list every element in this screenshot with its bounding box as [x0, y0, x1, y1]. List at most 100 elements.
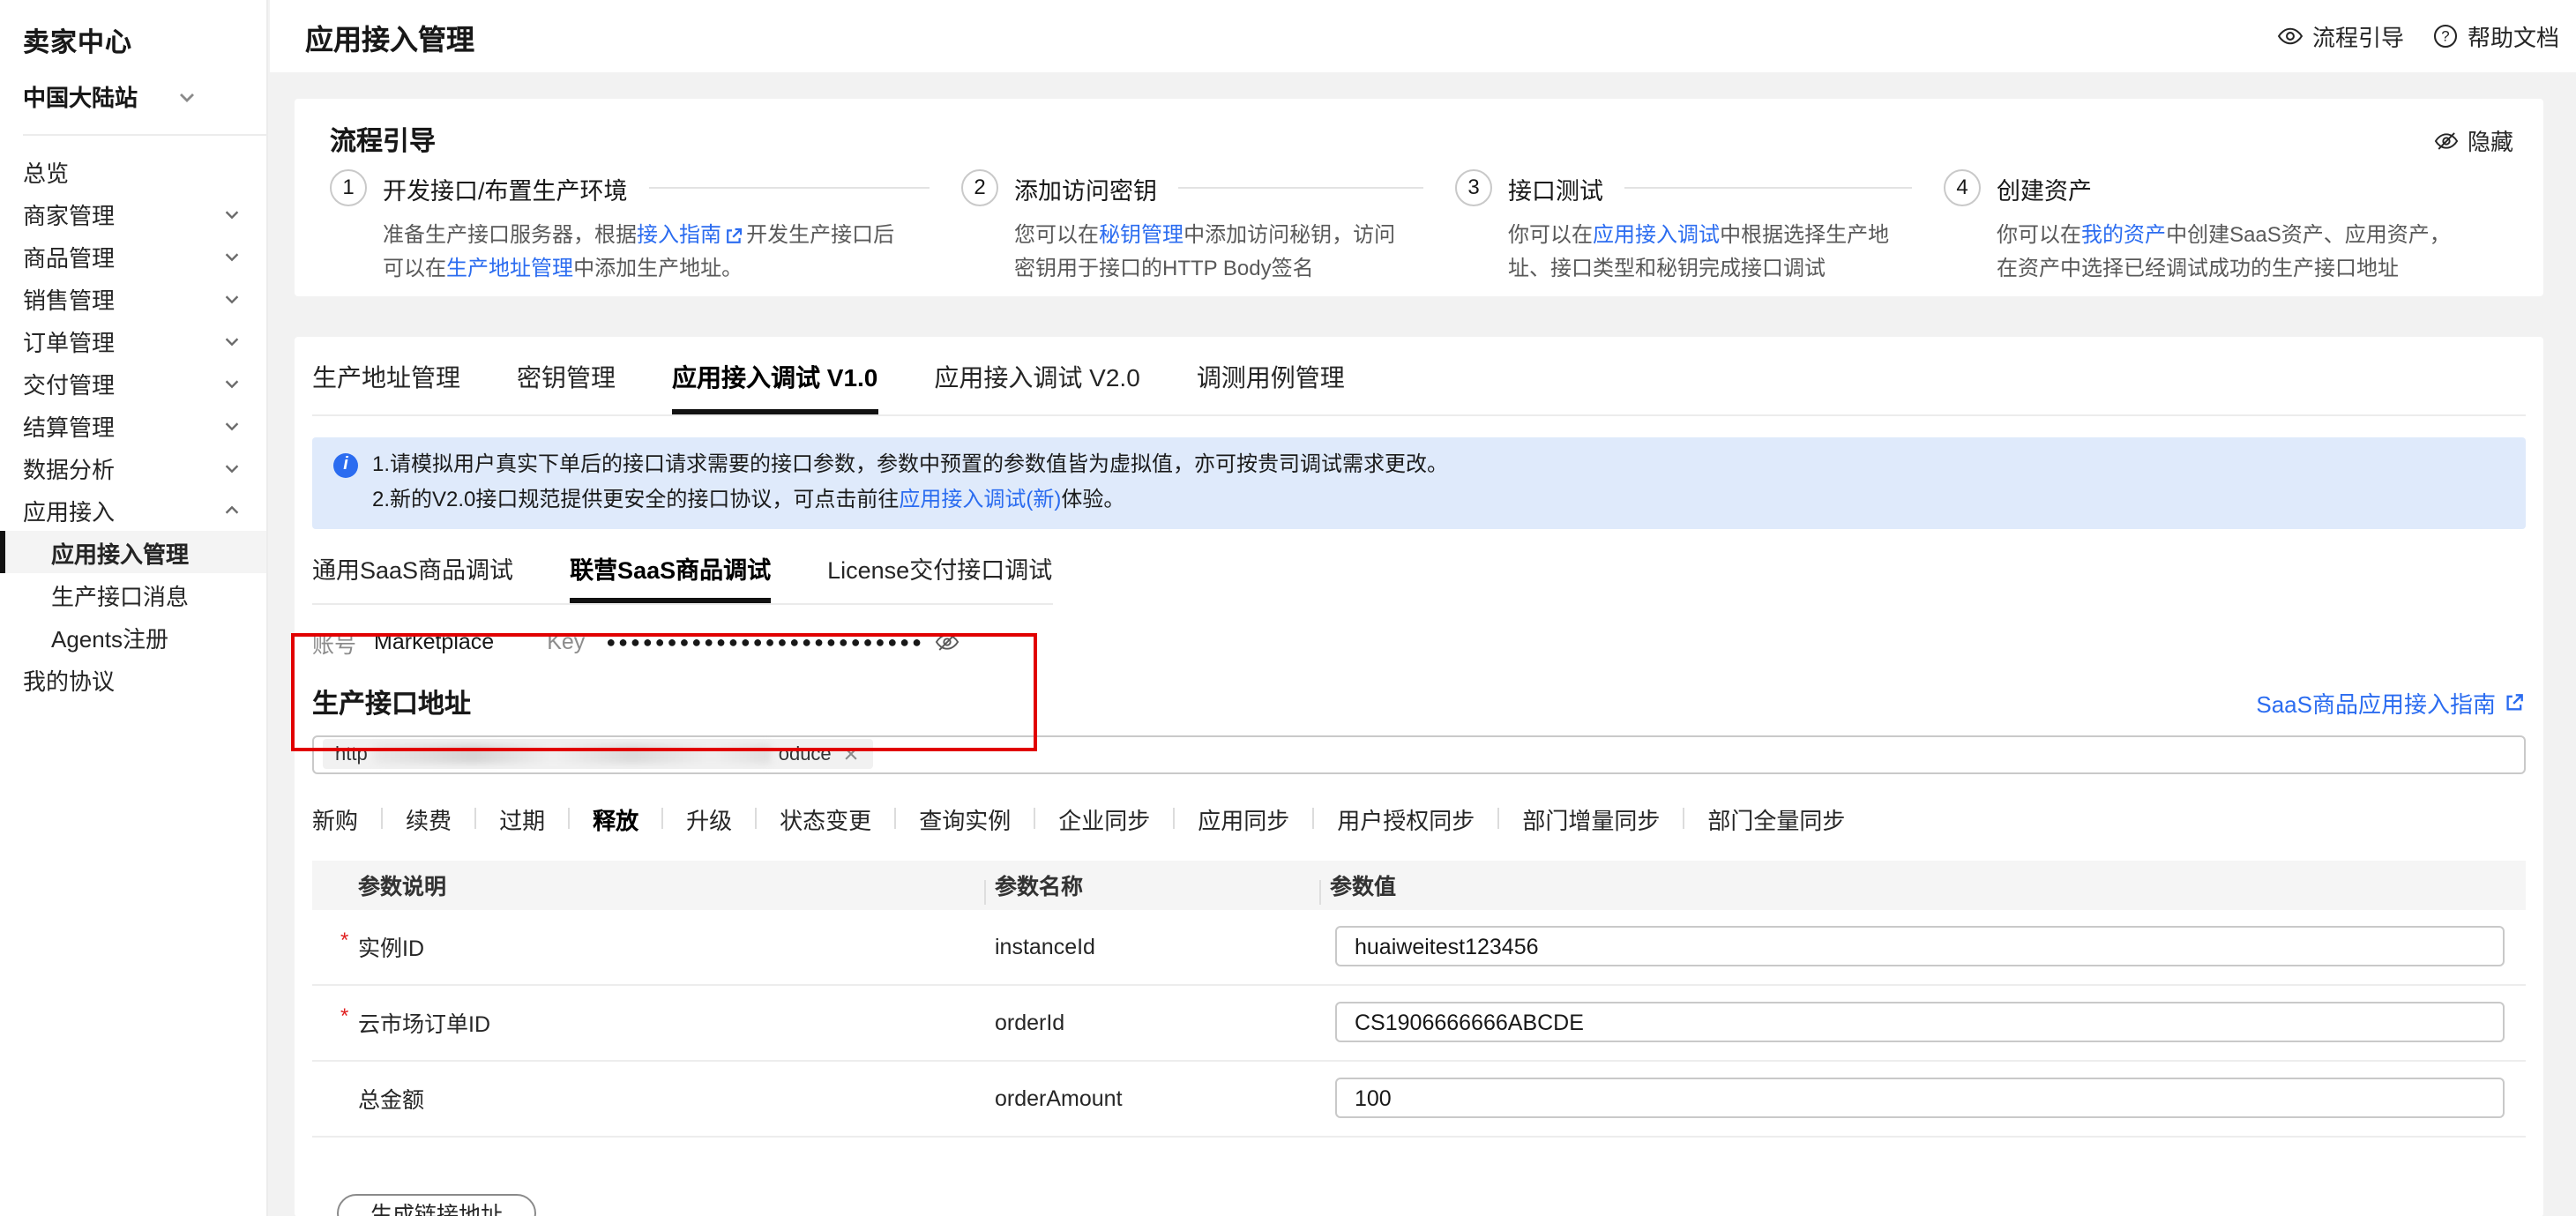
action-用户授权同步[interactable]: 用户授权同步	[1337, 802, 1475, 835]
action-部门增量同步[interactable]: 部门增量同步	[1522, 802, 1660, 835]
hide-guide-button[interactable]: 隐藏	[2434, 123, 2513, 157]
table-row: *总金额 orderAmount	[312, 1061, 2526, 1137]
chevron-down-icon	[222, 288, 242, 308]
sidebar-nav: 总览商家管理商品管理销售管理订单管理交付管理结算管理数据分析应用接入应用接入管理…	[0, 136, 266, 700]
text-segment: 中添加生产地址。	[573, 255, 743, 280]
topbar-links: 流程引导 ? 帮助文档	[2277, 19, 2559, 53]
column-header-value: 参数值	[1319, 868, 2526, 901]
inline-link[interactable]: 生产地址管理	[446, 255, 573, 280]
action-divider	[1497, 808, 1499, 829]
action-查询实例[interactable]: 查询实例	[919, 802, 1011, 835]
tab-应用接入调试 V2.0[interactable]: 应用接入调试 V2.0	[934, 360, 1139, 414]
step-number-badge: 4	[1944, 169, 1981, 206]
notice-text: 1.请模拟用户真实下单后的接口请求需要的接口参数，参数中预置的参数值皆为虚拟值，…	[372, 448, 1448, 518]
action-升级[interactable]: 升级	[686, 802, 732, 835]
redacted-url-segment	[375, 744, 772, 764]
reveal-key-button[interactable]	[935, 629, 959, 654]
flow-step-3: 3接口测试你可以在应用接入调试中根据选择生产地址、接口类型和秘钥完成接口调试	[1455, 169, 1944, 284]
sidebar-item-销售管理[interactable]: 销售管理	[0, 277, 266, 319]
param-name-cell: orderId	[984, 1010, 1319, 1034]
step-description: 您可以在秘钥管理中添加访问秘钥，访问密钥用于接口的HTTP Body签名	[1014, 219, 1406, 284]
tab-调测用例管理[interactable]: 调测用例管理	[1197, 360, 1345, 414]
debug-subtabs: 通用SaaS商品调试 联营SaaS商品调试 License交付接口调试	[312, 549, 1052, 604]
action-企业同步[interactable]: 企业同步	[1058, 802, 1150, 835]
endpoint-address-select[interactable]: http oduce	[312, 735, 2526, 773]
action-部门全量同步[interactable]: 部门全量同步	[1707, 802, 1845, 835]
table-row: *实例ID instanceId	[312, 909, 2526, 985]
chevron-down-icon	[222, 331, 242, 350]
main-tabs: 生产地址管理 密钥管理 应用接入调试 V1.0 应用接入调试 V2.0 调测用例管理	[312, 337, 2526, 416]
endpoint-url-suffix: oduce	[779, 743, 832, 765]
param-value-input[interactable]	[1335, 926, 2505, 966]
sidebar-item-总览[interactable]: 总览	[0, 150, 266, 192]
tab-生产地址管理[interactable]: 生产地址管理	[312, 360, 460, 414]
saas-access-guide-label: SaaS商品应用接入指南	[2256, 685, 2496, 719]
step-title: 添加访问密钥	[1014, 170, 1157, 205]
inline-link[interactable]: 接入指南	[637, 222, 721, 247]
sidebar-item-label: 订单管理	[23, 324, 222, 357]
step-number-badge: 1	[330, 169, 367, 206]
app-window: 卖家中心 中国大陆站 总览商家管理商品管理销售管理订单管理交付管理结算管理数据分…	[0, 0, 2576, 1216]
generate-link-button[interactable]: 生成链接地址	[337, 1193, 536, 1216]
account-value: Marketplace	[374, 630, 494, 654]
sidebar-subitem-应用接入管理[interactable]: 应用接入管理	[0, 531, 266, 573]
subtab-License交付接口调试[interactable]: License交付接口调试	[827, 549, 1052, 602]
param-desc-cell: *总金额	[312, 1081, 984, 1115]
param-value-cell	[1319, 1002, 2526, 1042]
sidebar-subitem-Agents注册[interactable]: Agents注册	[0, 615, 266, 658]
inline-link[interactable]: 应用接入调试(新)	[899, 487, 1061, 511]
close-icon	[842, 744, 862, 764]
inline-link[interactable]: 应用接入调试	[1593, 222, 1720, 247]
sidebar-item-label: 交付管理	[23, 366, 222, 399]
column-header-name: 参数名称	[984, 868, 1319, 901]
step-title: 开发接口/布置生产环境	[383, 170, 628, 205]
sidebar-item-我的协议[interactable]: 我的协议	[0, 658, 266, 700]
action-过期[interactable]: 过期	[499, 802, 545, 835]
action-divider	[1173, 808, 1175, 829]
notice-line: 2.新的V2.0接口规范提供更安全的接口协议，可点击前往应用接入调试(新)体验。	[372, 483, 1448, 518]
help-doc-link[interactable]: ? 帮助文档	[2432, 19, 2559, 53]
column-header-desc: 参数说明	[312, 868, 984, 901]
saas-access-guide-link[interactable]: SaaS商品应用接入指南	[2256, 685, 2526, 719]
external-link-icon	[723, 226, 744, 247]
flow-guide-title: 流程引导	[330, 122, 436, 159]
action-释放[interactable]: 释放	[593, 802, 638, 835]
region-label: 中国大陆站	[23, 79, 138, 113]
flow-steps: 1开发接口/布置生产环境准备生产接口服务器，根据接入指南开发生产接口后可以在生产…	[330, 169, 2513, 284]
action-续费[interactable]: 续费	[406, 802, 452, 835]
flow-guide-toggle[interactable]: 流程引导	[2277, 19, 2404, 53]
sidebar-item-结算管理[interactable]: 结算管理	[0, 404, 266, 446]
tab-应用接入调试 V1.0[interactable]: 应用接入调试 V1.0	[672, 360, 877, 414]
text-segment: 准备生产接口服务器，根据	[383, 222, 637, 247]
sidebar-item-订单管理[interactable]: 订单管理	[0, 319, 266, 362]
sidebar-item-商品管理[interactable]: 商品管理	[0, 235, 266, 277]
sidebar-item-商家管理[interactable]: 商家管理	[0, 192, 266, 235]
svg-text:?: ?	[2441, 28, 2449, 45]
remove-tag-button[interactable]	[842, 744, 862, 764]
param-name-cell: orderAmount	[984, 1085, 1319, 1110]
param-value-input[interactable]	[1335, 1002, 2505, 1042]
tab-密钥管理[interactable]: 密钥管理	[517, 360, 616, 414]
action-状态变更[interactable]: 状态变更	[780, 802, 871, 835]
chevron-down-icon	[222, 458, 242, 477]
sidebar-item-数据分析[interactable]: 数据分析	[0, 446, 266, 489]
action-新购[interactable]: 新购	[312, 802, 358, 835]
region-selector[interactable]: 中国大陆站	[0, 60, 266, 113]
subtab-通用SaaS商品调试[interactable]: 通用SaaS商品调试	[312, 549, 513, 602]
inline-link[interactable]: 秘钥管理	[1099, 222, 1183, 247]
inline-link[interactable]: 我的资产	[2081, 222, 2166, 247]
sidebar-item-交付管理[interactable]: 交付管理	[0, 362, 266, 404]
subtab-联营SaaS商品调试[interactable]: 联营SaaS商品调试	[570, 549, 771, 602]
eye-icon	[2277, 23, 2303, 49]
param-value-input[interactable]	[1335, 1078, 2505, 1118]
chevron-down-icon	[222, 373, 242, 392]
action-应用同步[interactable]: 应用同步	[1198, 802, 1289, 835]
chevron-up-icon	[222, 500, 242, 519]
sidebar-item-应用接入[interactable]: 应用接入	[0, 489, 266, 531]
endpoint-address-tag: http oduce	[323, 739, 874, 769]
text-segment: 你可以在	[1508, 222, 1593, 247]
sidebar-subitem-生产接口消息[interactable]: 生产接口消息	[0, 573, 266, 615]
flow-guide-label: 流程引导	[2312, 19, 2404, 53]
flow-step-head: 2添加访问密钥	[961, 169, 1455, 206]
chevron-down-icon	[222, 246, 242, 265]
